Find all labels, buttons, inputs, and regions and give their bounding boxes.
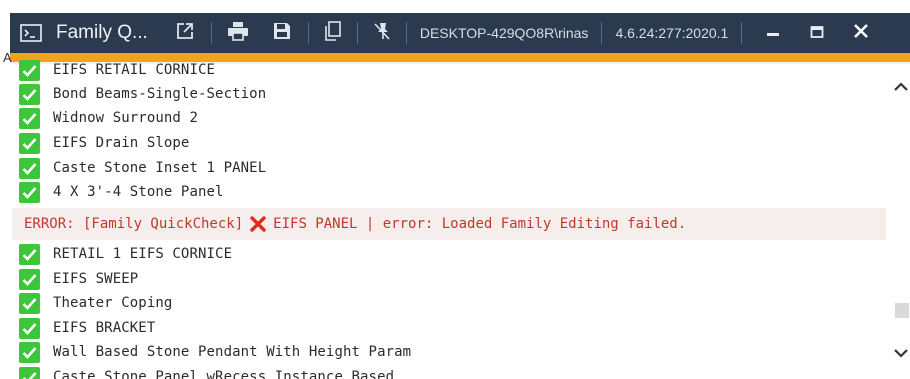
log-item-text: EIFS RETAIL CORNICE [53, 62, 216, 78]
toolbar-separator [741, 22, 743, 44]
check-icon [19, 157, 40, 179]
pin-button[interactable] [367, 13, 397, 53]
log-item: EIFS BRACKET [12, 317, 155, 339]
machine-user-label: DESKTOP-429QO8R\rinas [419, 25, 589, 41]
log-item-text: Caste Stone Inset 1 PANEL [53, 160, 267, 176]
check-icon [19, 292, 40, 314]
log-item: EIFS RETAIL CORNICE [12, 60, 215, 81]
scroll-down-button[interactable] [892, 344, 910, 362]
toolbar-separator [601, 22, 603, 44]
log-item-text: EIFS BRACKET [53, 320, 156, 336]
log-item-text: Bond Beams-Single-Section [53, 86, 267, 102]
log-item-text: Caste Stone Panel wRecess Instance Based [53, 369, 395, 379]
check-icon [19, 268, 40, 290]
close-button[interactable] [839, 13, 883, 53]
error-row: ERROR: [Family QuickCheck] EIFS PANEL | … [12, 208, 886, 240]
chevron-down-icon [892, 347, 910, 366]
toolbar-separator [356, 22, 358, 44]
unpin-icon [372, 21, 392, 45]
title-bar: Family Q... DESKTOP-429QO8R\rinas 4.6.24… [10, 13, 910, 53]
external-link-icon [175, 21, 195, 45]
log-item-text: Theater Coping [53, 295, 173, 311]
open-external-button[interactable] [168, 13, 202, 53]
check-icon [19, 107, 40, 129]
copy-button[interactable] [318, 13, 348, 53]
check-icon [19, 83, 40, 105]
toolbar-separator [405, 22, 407, 44]
chevron-up-icon [892, 81, 910, 100]
version-label: 4.6.24:277:2020.1 [615, 25, 729, 41]
error-x-icon [249, 215, 267, 233]
save-icon [272, 21, 292, 45]
log-item: Widnow Surround 2 [12, 107, 198, 129]
maximize-icon [810, 24, 824, 43]
log-item: Bond Beams-Single-Section [12, 83, 266, 105]
output-log: EIFS RETAIL CORNICE Bond Beams-Single-Se… [12, 60, 888, 379]
toolbar-separator [210, 22, 212, 44]
terminal-icon [20, 23, 42, 43]
check-icon [19, 181, 40, 203]
scrollbar-thumb[interactable] [895, 303, 909, 318]
log-item-text: EIFS SWEEP [53, 271, 139, 287]
log-item: 4 X 3'-4 Stone Panel [12, 181, 224, 203]
log-item-text: Wall Based Stone Pendant With Height Par… [53, 344, 412, 360]
close-icon [853, 23, 869, 43]
check-icon [19, 132, 40, 154]
maximize-button[interactable] [795, 13, 839, 53]
stray-character: A [3, 50, 12, 65]
check-icon [19, 341, 40, 363]
log-item-text: EIFS Drain Slope [53, 135, 190, 151]
error-message: EIFS PANEL | error: Loaded Family Editin… [273, 216, 687, 232]
scroll-up-button[interactable] [892, 78, 910, 96]
log-item-text: 4 X 3'-4 Stone Panel [53, 184, 224, 200]
check-icon [19, 243, 40, 265]
minimize-icon [766, 24, 780, 43]
check-icon [19, 366, 40, 379]
print-button[interactable] [221, 13, 255, 53]
log-item: Caste Stone Panel wRecess Instance Based [12, 366, 394, 379]
check-icon [19, 60, 40, 81]
check-icon [19, 317, 40, 339]
log-item: Caste Stone Inset 1 PANEL [12, 157, 266, 179]
copy-icon [324, 21, 342, 45]
log-item: EIFS Drain Slope [12, 132, 189, 154]
log-item: RETAIL 1 EIFS CORNICE [12, 243, 232, 265]
log-item: EIFS SWEEP [12, 268, 138, 290]
printer-icon [227, 21, 249, 45]
save-button[interactable] [265, 13, 299, 53]
error-prefix: ERROR: [Family QuickCheck] [24, 216, 244, 232]
minimize-button[interactable] [751, 13, 795, 53]
toolbar-separator [307, 22, 309, 44]
log-item: Wall Based Stone Pendant With Height Par… [12, 341, 411, 363]
log-item-text: Widnow Surround 2 [53, 110, 198, 126]
log-item-text: RETAIL 1 EIFS CORNICE [53, 246, 233, 262]
window-title: Family Q... [56, 22, 148, 43]
log-item: Theater Coping [12, 292, 172, 314]
